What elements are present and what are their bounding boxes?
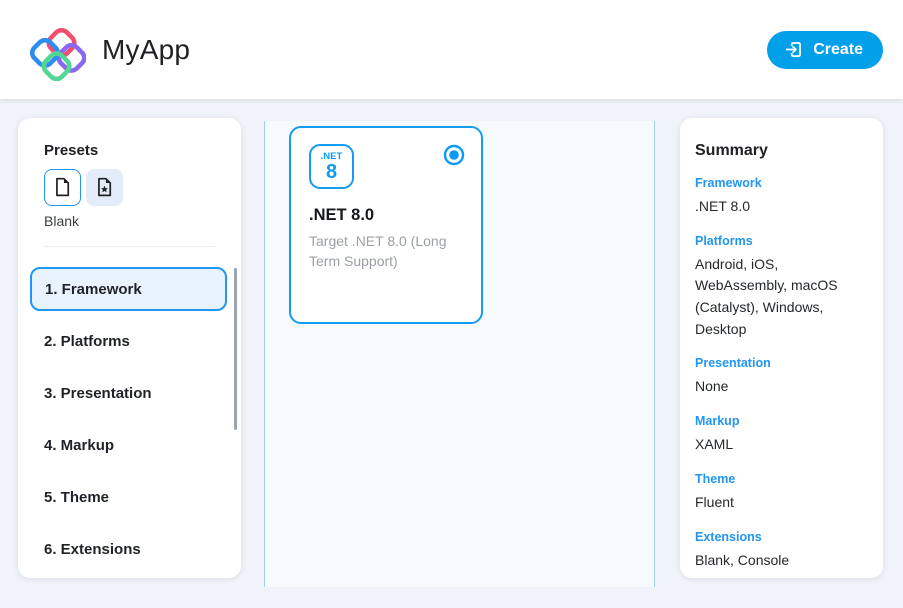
starred-file-icon bbox=[93, 176, 116, 199]
radio-selected-icon[interactable] bbox=[443, 144, 465, 166]
presets-section: Presets Blank bbox=[18, 118, 241, 247]
badge-number-label: 8 bbox=[326, 162, 337, 182]
sidebar-scrollbar[interactable] bbox=[234, 268, 237, 430]
app-logo-icon bbox=[28, 19, 86, 81]
summary-value-platforms: Android, iOS, WebAssembly, macOS (Cataly… bbox=[695, 254, 865, 341]
step-theme[interactable]: 5. Theme bbox=[18, 475, 241, 519]
summary-value-theme: Fluent bbox=[695, 492, 865, 514]
presets-heading: Presets bbox=[44, 142, 215, 159]
summary-label-theme: Theme bbox=[695, 472, 868, 486]
preset-selected-label: Blank bbox=[44, 213, 215, 229]
summary-panel: Summary Framework .NET 8.0 Platforms And… bbox=[680, 118, 883, 578]
preset-blank-button[interactable] bbox=[44, 169, 81, 206]
dotnet8-badge-icon: .NET 8 bbox=[309, 144, 354, 189]
page-title: MyApp bbox=[102, 34, 190, 66]
presets-divider bbox=[44, 246, 215, 247]
step-platforms[interactable]: 2. Platforms bbox=[18, 319, 241, 363]
step-framework[interactable]: 1. Framework bbox=[30, 267, 227, 311]
app-header: MyApp Create bbox=[0, 0, 903, 99]
enter-icon bbox=[783, 39, 804, 60]
wizard-sidebar: Presets Blank bbox=[18, 118, 241, 578]
create-button-label: Create bbox=[813, 41, 863, 59]
summary-value-markup: XAML bbox=[695, 434, 865, 456]
framework-card-description: Target .NET 8.0 (Long Term Support) bbox=[309, 231, 475, 272]
framework-options-pane: .NET 8 .NET 8.0 Target .NET 8.0 (Long Te… bbox=[264, 121, 655, 587]
wizard-steps: 1. Framework 2. Platforms 3. Presentatio… bbox=[18, 267, 241, 571]
summary-heading: Summary bbox=[695, 142, 868, 160]
summary-value-presentation: None bbox=[695, 376, 865, 398]
summary-label-platforms: Platforms bbox=[695, 234, 868, 248]
summary-value-framework: .NET 8.0 bbox=[695, 196, 865, 218]
badge-top-label: .NET bbox=[321, 152, 343, 162]
step-markup[interactable]: 4. Markup bbox=[18, 423, 241, 467]
step-extensions[interactable]: 6. Extensions bbox=[18, 527, 241, 571]
step-presentation[interactable]: 3. Presentation bbox=[18, 371, 241, 415]
summary-label-presentation: Presentation bbox=[695, 356, 868, 370]
create-button[interactable]: Create bbox=[767, 31, 883, 69]
preset-recommended-button[interactable] bbox=[86, 169, 123, 206]
summary-label-extensions: Extensions bbox=[695, 530, 868, 544]
framework-option-card[interactable]: .NET 8 .NET 8.0 Target .NET 8.0 (Long Te… bbox=[289, 126, 483, 324]
framework-card-title: .NET 8.0 bbox=[309, 206, 465, 225]
blank-file-icon bbox=[51, 176, 74, 199]
summary-label-markup: Markup bbox=[695, 414, 868, 428]
summary-value-extensions: Blank, Console bbox=[695, 550, 865, 572]
summary-label-framework: Framework bbox=[695, 176, 868, 190]
